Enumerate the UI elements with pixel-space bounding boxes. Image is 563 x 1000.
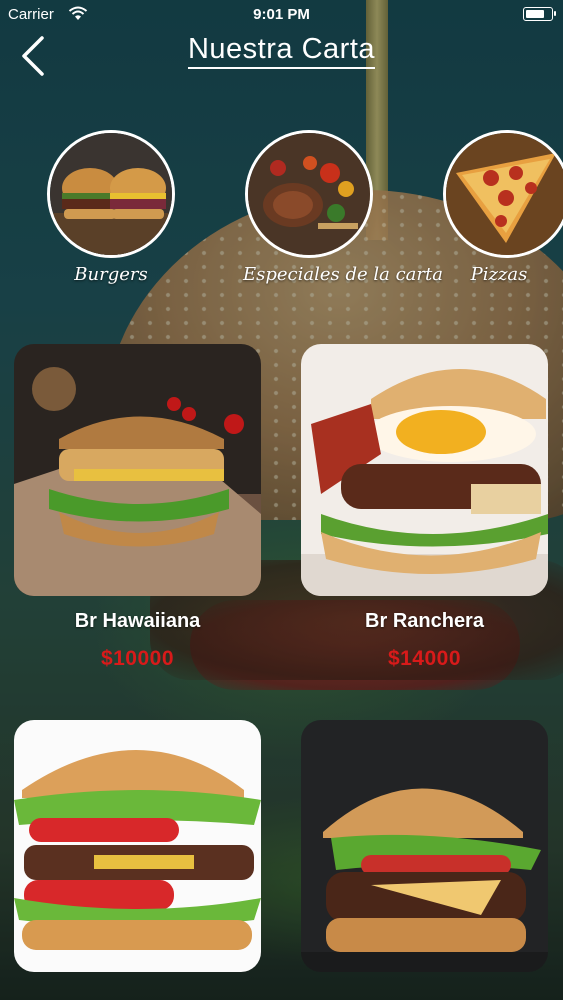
product-card[interactable] <box>301 720 548 972</box>
category-label: Burgers <box>74 264 148 285</box>
product-card[interactable] <box>14 720 261 972</box>
category-pizzas[interactable]: Pizzas <box>443 130 563 285</box>
product-image <box>14 720 261 972</box>
category-label: Pizzas <box>470 264 528 285</box>
especiales-image <box>245 130 373 258</box>
page-title-text: Nuestra Carta <box>187 33 375 69</box>
pizzas-image <box>443 130 563 258</box>
product-image <box>301 344 548 596</box>
product-name: Br Hawaiiana <box>74 610 201 632</box>
product-image <box>301 720 548 972</box>
product-image <box>14 344 261 596</box>
battery-icon <box>523 7 556 21</box>
product-card[interactable]: Br Hawaiiana $10000 <box>14 344 261 671</box>
product-name: Br Ranchera <box>365 610 484 632</box>
product-price: $14000 <box>387 647 462 670</box>
status-bar: Carrier 9:01 PM <box>0 0 563 30</box>
page-title: Nuestra Carta <box>0 33 563 69</box>
category-label: Especiales de la carta <box>243 264 443 285</box>
category-burgers[interactable]: Burgers <box>44 130 178 285</box>
product-card[interactable]: Br Ranchera $14000 <box>301 344 548 671</box>
product-price: $10000 <box>100 647 175 670</box>
burgers-image <box>47 130 175 258</box>
category-especiales[interactable]: Especiales de la carta <box>243 130 443 285</box>
clock: 9:01 PM <box>253 6 310 23</box>
